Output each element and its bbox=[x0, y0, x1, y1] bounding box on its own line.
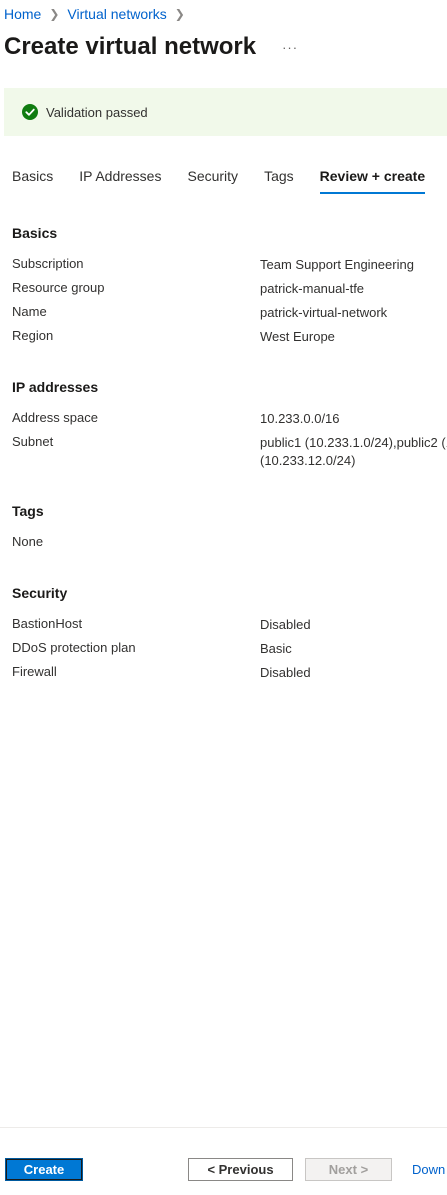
breadcrumb-virtual-networks-link[interactable]: Virtual networks bbox=[67, 6, 166, 22]
row-value: patrick-virtual-network bbox=[260, 305, 388, 320]
tab-ip-addresses[interactable]: IP Addresses bbox=[79, 166, 161, 192]
section-title-ip-addresses: IP addresses bbox=[12, 379, 99, 395]
row-label: Name bbox=[12, 304, 47, 319]
chevron-right-icon: ❯ bbox=[174, 7, 185, 21]
row-value: West Europe bbox=[260, 329, 335, 344]
row-label: Address space bbox=[12, 410, 98, 425]
validation-text: Validation passed bbox=[46, 104, 148, 120]
row-label: BastionHost bbox=[12, 616, 83, 631]
tab-bar: Basics IP Addresses Security Tags Review… bbox=[12, 166, 447, 194]
previous-button[interactable]: < Previous bbox=[188, 1158, 293, 1181]
page-title: Create virtual network bbox=[4, 33, 257, 60]
subnet-value-line: public1 (10.233.1.0/24),public2 (1 bbox=[260, 435, 447, 450]
row-label: Subscription bbox=[12, 256, 84, 271]
tab-review-create[interactable]: Review + create bbox=[319, 166, 426, 194]
row-value: Basic bbox=[260, 641, 292, 656]
row-label: Region bbox=[12, 328, 54, 343]
footer-divider bbox=[0, 1127, 447, 1128]
tab-basics[interactable]: Basics bbox=[12, 166, 53, 192]
breadcrumb-home-link[interactable]: Home bbox=[4, 6, 41, 22]
section-title-basics: Basics bbox=[12, 225, 58, 241]
row-value: Disabled bbox=[260, 665, 311, 680]
row-value: Disabled bbox=[260, 617, 311, 632]
row-value: Team Support Engineering bbox=[260, 257, 414, 272]
section-title-security: Security bbox=[12, 585, 68, 601]
subnet-value-line: (10.233.12.0/24) bbox=[260, 453, 356, 468]
next-button[interactable]: Next > bbox=[305, 1158, 392, 1181]
tab-security[interactable]: Security bbox=[187, 166, 238, 192]
section-title-tags: Tags bbox=[12, 503, 44, 519]
title-row: Create virtual network ··· bbox=[4, 30, 304, 64]
row-value: patrick-manual-tfe bbox=[260, 281, 365, 296]
row-label: Subnet bbox=[12, 434, 54, 449]
tab-tags[interactable]: Tags bbox=[264, 166, 294, 192]
tags-value: None bbox=[12, 534, 44, 549]
row-value: public1 (10.233.1.0/24),public2 (1 (10.2… bbox=[260, 434, 447, 470]
download-template-link[interactable]: Down bbox=[412, 1162, 445, 1177]
row-value: 10.233.0.0/16 bbox=[260, 411, 340, 426]
create-button[interactable]: Create bbox=[5, 1158, 83, 1181]
row-label: DDoS protection plan bbox=[12, 640, 136, 655]
chevron-right-icon: ❯ bbox=[49, 7, 60, 21]
row-label: Resource group bbox=[12, 280, 105, 295]
check-circle-icon bbox=[22, 104, 38, 120]
row-label: Firewall bbox=[12, 664, 57, 679]
more-icon[interactable]: ··· bbox=[276, 40, 304, 55]
validation-banner: Validation passed bbox=[4, 88, 447, 136]
breadcrumb: Home ❯ Virtual networks ❯ bbox=[4, 4, 193, 24]
